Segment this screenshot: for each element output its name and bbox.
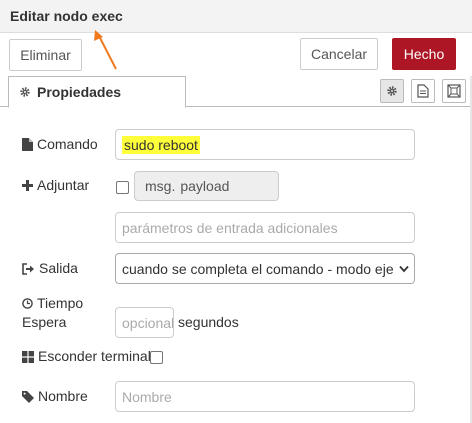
append-type-input[interactable]: msg. payload: [134, 171, 279, 201]
output-label-text: Salida: [39, 260, 78, 276]
command-label: Comando: [22, 135, 98, 154]
delete-button[interactable]: Eliminar: [9, 39, 82, 71]
command-label-text: Comando: [37, 136, 98, 152]
output-selected-value: cuando se completa el comando - modo eje…: [122, 260, 394, 277]
tab-properties[interactable]: Propiedades: [8, 76, 186, 108]
cancel-button[interactable]: Cancelar: [300, 38, 378, 70]
clock-icon: [22, 298, 33, 309]
name-label-text: Nombre: [38, 388, 88, 404]
hide-terminal-label: Esconder terminal: [22, 347, 151, 366]
plus-icon: [22, 180, 33, 191]
timeout-label: Tiempo Espera: [22, 294, 83, 332]
timeout-label-line2: Espera: [22, 314, 67, 330]
command-input[interactable]: sudo reboot: [115, 129, 415, 160]
chevron-down-icon: [399, 265, 409, 273]
append-type-prefix: msg.: [145, 178, 176, 194]
append-label: Adjuntar: [22, 176, 89, 195]
extra-params-placeholder: parámetros de entrada adicionales: [122, 219, 338, 236]
append-checkbox[interactable]: [116, 181, 129, 194]
description-tab-button[interactable]: [411, 79, 435, 103]
output-label: Salida: [22, 259, 78, 278]
dialog-header: Editar nodo exec: [0, 0, 472, 33]
command-value: sudo reboot: [122, 135, 200, 154]
timeout-label-line1: Tiempo: [37, 295, 84, 311]
appearance-tab-button[interactable]: [442, 79, 466, 103]
done-button[interactable]: Hecho: [392, 38, 456, 70]
windows-icon: [22, 350, 34, 363]
file-icon: [22, 138, 33, 151]
settings-tab-button[interactable]: [380, 79, 404, 103]
annotation-arrow: [94, 30, 117, 70]
append-type-value: payload: [180, 178, 230, 194]
tab-bar: Propiedades: [0, 76, 472, 108]
timeout-suffix: segundos: [178, 314, 239, 330]
name-label: Nombre: [22, 387, 88, 406]
frame-icon: [447, 84, 461, 98]
timeout-placeholder: opcional: [122, 314, 174, 331]
name-placeholder: Nombre: [122, 388, 172, 405]
extra-params-input[interactable]: parámetros de entrada adicionales: [115, 212, 415, 243]
tab-properties-label: Propiedades: [37, 84, 122, 100]
hide-terminal-checkbox[interactable]: [150, 351, 163, 364]
sign-out-icon: [22, 262, 34, 275]
document-icon: [417, 84, 429, 98]
dialog-title: Editar nodo exec: [10, 8, 123, 24]
append-label-text: Adjuntar: [37, 177, 90, 193]
hide-terminal-label-text: Esconder terminal: [38, 348, 151, 364]
gear-icon: [387, 86, 397, 96]
output-select[interactable]: cuando se completa el comando - modo eje…: [115, 253, 415, 284]
tag-icon: [22, 390, 34, 403]
gear-icon: [20, 87, 30, 97]
timeout-input[interactable]: opcional: [115, 307, 174, 338]
name-input[interactable]: Nombre: [115, 381, 415, 412]
